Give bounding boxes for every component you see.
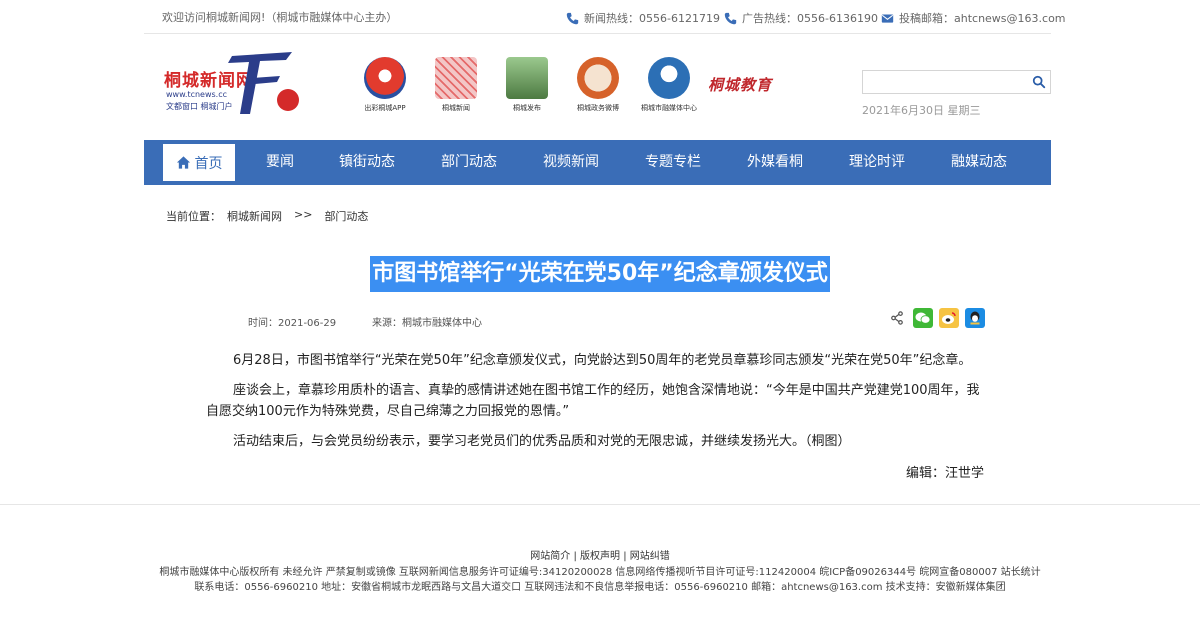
search-box (862, 70, 1051, 94)
media-caption: 桐城新闻 (442, 104, 470, 112)
home-icon (176, 156, 190, 169)
media-link-wechat-news[interactable]: 桐城新闻 (421, 57, 491, 113)
nav-item-video-news[interactable]: 视频新闻 (543, 140, 599, 185)
footer-link-about[interactable]: 网站简介 (530, 551, 570, 562)
nav-item-town-news[interactable]: 镇街动态 (339, 140, 395, 185)
site-logo[interactable]: 桐城新闻网 www.tcnews.cc 文都窗口 桐城门户 (164, 48, 302, 120)
article-body: 6月28日，市图书馆举行“光荣在党50年”纪念章颁发仪式，向党龄达到50周年的老… (206, 350, 990, 461)
footer-link-report-error[interactable]: 网站纠错 (630, 551, 670, 562)
nav-home-label: 首页 (194, 155, 223, 172)
media-link-center[interactable]: 桐城市融媒体中心 (634, 57, 704, 113)
weibo-logo-icon (577, 57, 619, 99)
phone-icon (724, 12, 737, 24)
news-hotline: 新闻热线：0556-6121719 (566, 10, 720, 26)
nav-item-media-news[interactable]: 融媒动态 (951, 140, 1007, 185)
article-title: 市图书馆举行“光荣在党50年”纪念章颁发仪式 (370, 256, 830, 292)
media-caption: 桐城发布 (513, 104, 541, 112)
media-caption: 桐城市融媒体中心 (641, 104, 697, 112)
submit-email: 投稿邮箱：ahtcnews@163.com (881, 10, 1066, 26)
nav-item-headlines[interactable]: 要闻 (266, 140, 294, 185)
footer-license-line: 桐城市融媒体中心版权所有 未经允许 严禁复制或镜像 互联网新闻信息服务许可证编号… (159, 567, 1041, 578)
ad-hotline-text: 广告热线：0556-6136190 (742, 12, 878, 25)
media-link-release[interactable]: 桐城发布 (492, 57, 562, 113)
nav-home[interactable]: 首页 (163, 144, 235, 181)
news-hotline-text: 新闻热线：0556-6121719 (584, 12, 720, 25)
breadcrumb-current[interactable]: 部门动态 (324, 208, 368, 224)
nav-item-external-media[interactable]: 外媒看桐 (747, 140, 803, 185)
breadcrumb-label: 当前位置： (166, 210, 221, 223)
top-divider (144, 33, 1051, 34)
search-icon[interactable] (1032, 75, 1046, 89)
mail-icon (881, 13, 894, 23)
submit-email-text: 投稿邮箱：ahtcnews@163.com (899, 12, 1066, 25)
share-bar (887, 308, 985, 328)
welcome-text: 欢迎访问桐城新闻网!（桐城市融媒体中心主办） (162, 11, 398, 24)
article-paragraph: 6月28日，市图书馆举行“光荣在党50年”纪念章颁发仪式，向党龄达到50周年的老… (233, 353, 972, 368)
footer-links: 网站简介 | 版权声明 | 网站纠错 (0, 547, 1200, 562)
media-link-weibo[interactable]: 桐城政务微博 (563, 57, 633, 113)
wechat-icon[interactable] (913, 308, 933, 328)
media-link-app[interactable]: 出彩桐城APP (350, 57, 420, 113)
app-logo-icon (364, 57, 406, 99)
nav-item-department-news[interactable]: 部门动态 (441, 140, 497, 185)
logo-emblem-icon (228, 52, 299, 114)
logo-url: www.tcnews.cc (166, 90, 228, 99)
breadcrumb-site[interactable]: 桐城新闻网 (227, 208, 282, 224)
wechat-news-qr-icon (435, 57, 477, 99)
main-nav: 首页 要闻 镇街动态 部门动态 视频新闻 专题专栏 外媒看桐 理论时评 融媒动态 (144, 140, 1051, 185)
share-icon[interactable] (887, 308, 907, 328)
current-date: 2021年6月30日 星期三 (862, 104, 981, 117)
media-caption: 桐城政务微博 (577, 104, 619, 112)
footer-contact-line: 联系电话：0556-6960210 地址：安徽省桐城市龙眠西路与文昌大道交口 互… (194, 582, 1006, 593)
footer-link-copyright[interactable]: 版权声明 (580, 551, 620, 562)
article-editor: 编辑：汪世学 (906, 466, 985, 481)
search-input[interactable] (863, 71, 1023, 93)
article-title-wrap: 市图书馆举行“光荣在党50年”纪念章颁发仪式 (0, 256, 1200, 292)
article-paragraph: 座谈会上，章慕珍用质朴的语言、真挚的感情讲述她在图书馆工作的经历，她饱含深情地说… (206, 383, 980, 419)
phone-icon (566, 12, 579, 24)
breadcrumb: 当前位置： 桐城新闻网 >> 部门动态 (166, 208, 368, 224)
media-caption: 出彩桐城APP (364, 104, 406, 112)
center-logo-icon (648, 57, 690, 99)
release-logo-icon (506, 57, 548, 99)
article-source: 来源：桐城市融媒体中心 (372, 318, 482, 329)
top-bar: 欢迎访问桐城新闻网!（桐城市融媒体中心主办） 新闻热线：0556-6121719… (0, 0, 1200, 34)
nav-item-commentary[interactable]: 理论时评 (849, 140, 905, 185)
ad-hotline: 广告热线：0556-6136190 (724, 10, 878, 26)
qq-icon[interactable] (965, 308, 985, 328)
weibo-icon[interactable] (939, 308, 959, 328)
education-calligraphy-link[interactable]: 桐城教育 (708, 74, 772, 95)
footer-divider (0, 504, 1200, 505)
breadcrumb-separator: >> (294, 208, 313, 221)
article-paragraph: 活动结束后，与会党员纷纷表示，要学习老党员们的优秀品质和对党的无限忠诚，并继续发… (233, 434, 851, 449)
nav-item-special-topics[interactable]: 专题专栏 (645, 140, 701, 185)
article-time: 时间：2021-06-29 (248, 318, 337, 329)
